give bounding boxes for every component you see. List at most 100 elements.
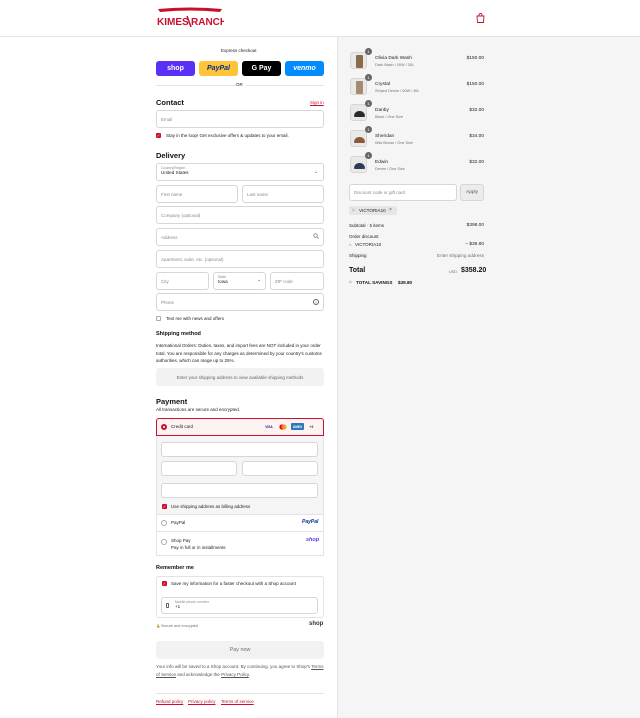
discount-tag-label: VICTORIA10	[359, 208, 386, 213]
quantity-badge: 1	[365, 74, 372, 81]
apply-button[interactable]: Apply	[460, 184, 484, 201]
quantity-badge: 1	[365, 126, 372, 133]
tag-icon: ⌂	[349, 242, 352, 247]
company-field[interactable]: Company (optional)	[156, 206, 324, 224]
shipping-value: Enter shipping address	[437, 253, 484, 258]
svg-text:KIMES: KIMES	[157, 17, 189, 28]
express-checkout-label: Express checkout	[221, 48, 257, 53]
international-orders-notice: International Orders: Duties, taxes, and…	[156, 343, 322, 363]
paypal-label: PayPal	[171, 520, 186, 525]
shop-privacy-link[interactable]: Privacy Policy	[221, 672, 249, 677]
credit-card-radio[interactable]	[161, 424, 167, 430]
item-name: Edwin	[375, 160, 389, 165]
total-savings-value: $39.80	[398, 280, 413, 285]
item-variant: Black / One Size	[375, 115, 404, 119]
terms-of-service-link[interactable]: Terms of service	[221, 699, 254, 704]
product-thumbnail	[350, 78, 367, 95]
quantity-badge: 1	[365, 152, 372, 159]
save-info-label: Save my information for a faster checkou…	[171, 581, 296, 586]
text-me-checkbox[interactable]	[156, 316, 161, 321]
product-thumbnail	[350, 52, 367, 69]
divider	[246, 85, 324, 86]
legal-notice: Your info will be saved to a Shop accoun…	[156, 663, 324, 678]
venmo-express-button[interactable]: venmo	[285, 61, 324, 76]
shopping-bag-icon[interactable]	[476, 13, 485, 23]
tag-icon: ⌂	[352, 207, 355, 212]
shop-pay-logo: shop	[306, 537, 320, 543]
email-field[interactable]: Email	[156, 110, 324, 128]
item-variant: Denim / One Size	[375, 167, 405, 171]
first-name-field[interactable]: First name	[156, 185, 238, 203]
item-name: Danby	[375, 108, 389, 113]
country-select[interactable]: Country/Region United States	[156, 163, 324, 181]
text-me-label: Text me with news and offers	[166, 316, 224, 321]
delivery-heading: Delivery	[156, 151, 186, 160]
security-code-field[interactable]	[242, 461, 318, 476]
mastercard-icon	[277, 423, 289, 430]
product-thumbnail	[350, 130, 367, 147]
order-summary	[337, 37, 640, 718]
tag-icon: ⌂	[349, 279, 352, 284]
billing-same-checkbox[interactable]: ✓	[162, 504, 167, 509]
item-name: Sheridan	[375, 134, 395, 139]
help-icon[interactable]: ?	[313, 299, 319, 305]
remove-discount-icon[interactable]: ×	[389, 207, 392, 213]
card-number-field[interactable]	[161, 442, 318, 457]
refund-policy-link[interactable]: Refund policy	[156, 699, 183, 704]
mobile-phone-value: +1	[175, 604, 181, 609]
shop-pay-express-button[interactable]: shop	[156, 61, 195, 76]
shop-pay-option[interactable]	[156, 532, 324, 556]
footer-divider	[156, 693, 324, 694]
sign-in-link[interactable]: Sign in	[310, 100, 324, 105]
name-on-card-field[interactable]	[161, 483, 318, 498]
google-pay-express-button[interactable]: G Pay	[242, 61, 281, 76]
product-thumbnail	[350, 156, 367, 173]
shop-pay-radio[interactable]	[161, 539, 167, 545]
city-field[interactable]: City	[156, 272, 209, 290]
payment-subtitle: All transactions are secure and encrypte…	[156, 407, 241, 412]
last-name-field[interactable]: Last name	[242, 185, 324, 203]
shipping-methods-placeholder: Enter your shipping address to view avai…	[156, 368, 324, 386]
legal-period: .	[248, 671, 251, 677]
item-price: $32.00	[469, 108, 484, 113]
mobile-phone-icon	[166, 603, 169, 608]
item-name: Olivia Dark Wash	[375, 56, 412, 61]
offers-checkbox[interactable]: ✓	[156, 133, 161, 138]
quantity-badge: 1	[365, 100, 372, 107]
kimes-ranch-logo[interactable]: KIMES RANCH	[156, 7, 227, 30]
quantity-badge: 1	[365, 48, 372, 55]
secure-encrypted-label: Secure and encrypted	[161, 624, 199, 628]
discount-code-label: VICTORIA10	[355, 242, 382, 247]
item-name: Crystal	[375, 82, 390, 87]
pay-now-button[interactable]: Pay now	[156, 641, 324, 659]
remember-me-heading: Remember me	[156, 565, 194, 571]
address-field[interactable]: Address	[156, 228, 324, 246]
or-divider-label: OR	[236, 82, 243, 87]
expiration-date-field[interactable]	[161, 461, 237, 476]
phone-field[interactable]: Phone	[156, 293, 324, 311]
shipping-method-heading: Shipping method	[156, 331, 201, 337]
shop-logo: shop	[309, 621, 324, 627]
item-price: $150.00	[466, 56, 484, 61]
apartment-field[interactable]: Apartment, suite, etc. (optional)	[156, 250, 324, 268]
paypal-express-button[interactable]: PayPal	[199, 61, 238, 76]
mobile-phone-field[interactable]: Mobile phone number +1	[161, 597, 318, 614]
item-price: $150.00	[466, 82, 484, 87]
discount-code-field[interactable]: Discount code or gift card	[349, 184, 457, 201]
more-cards-badge: +3	[309, 424, 314, 429]
shipping-label: Shipping	[349, 253, 367, 258]
save-info-checkbox[interactable]: ✓	[162, 581, 167, 586]
total-savings-label: TOTAL SAVINGS	[356, 280, 393, 285]
currency-code: USD	[449, 270, 458, 274]
item-price: $34.00	[469, 134, 484, 139]
product-thumbnail	[350, 104, 367, 121]
subtotal-value: $398.00	[466, 223, 484, 228]
item-price: $32.00	[469, 160, 484, 165]
paypal-radio[interactable]	[161, 520, 167, 526]
divider	[156, 85, 236, 86]
privacy-policy-link[interactable]: Privacy policy	[188, 699, 216, 704]
zip-code-field[interactable]: ZIP code	[270, 272, 324, 290]
paypal-logo: PayPal	[302, 519, 319, 525]
contact-heading: Contact	[156, 98, 184, 107]
subtotal-label: Subtotal · 5 items	[349, 223, 385, 228]
